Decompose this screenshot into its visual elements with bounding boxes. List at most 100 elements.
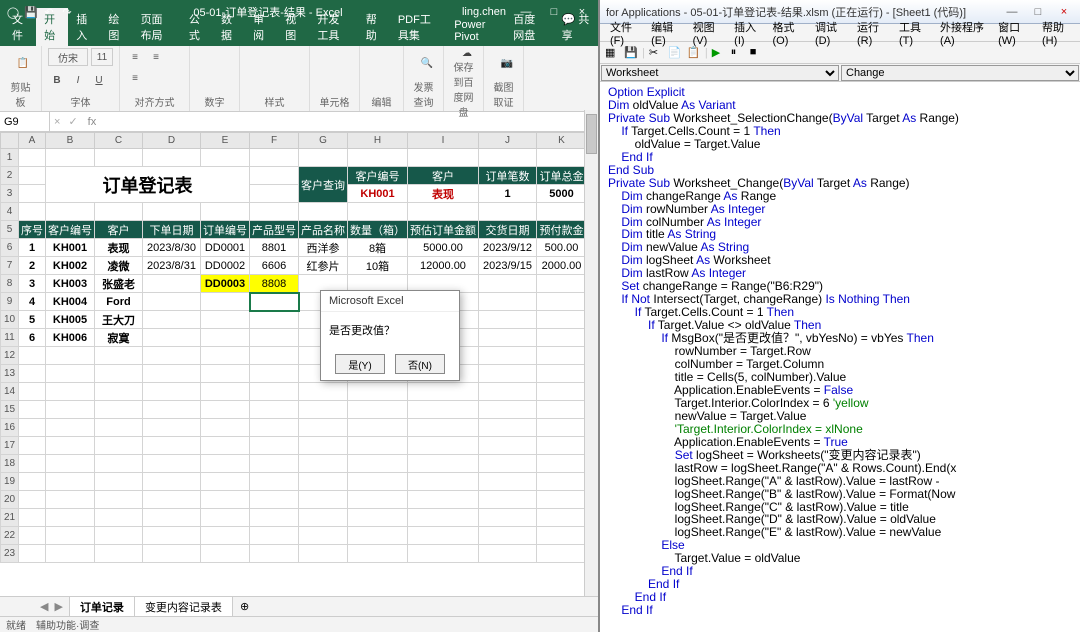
table-cell[interactable]: KH005 xyxy=(46,311,95,329)
cell[interactable] xyxy=(348,419,408,437)
cell[interactable] xyxy=(95,401,143,419)
cell[interactable] xyxy=(408,149,479,167)
vba-menu-5[interactable]: 调试(D) xyxy=(809,19,849,47)
worksheet-grid[interactable]: ABCDEFGHIJKL12订单登记表客户查询客户编号客户订单笔数订单总金3KH… xyxy=(0,132,598,602)
cell[interactable] xyxy=(348,455,408,473)
col-header[interactable]: D xyxy=(143,133,201,149)
cell[interactable] xyxy=(201,437,250,455)
cell[interactable] xyxy=(143,365,201,383)
table-cell[interactable]: 寂寞 xyxy=(95,329,143,347)
vba-close-button[interactable]: × xyxy=(1054,6,1074,18)
ribbon-tab-11[interactable]: PDF工具集 xyxy=(390,8,446,46)
vba-reset-icon[interactable]: ■ xyxy=(749,45,765,61)
cell[interactable] xyxy=(143,203,201,221)
cell[interactable] xyxy=(46,383,95,401)
cell[interactable] xyxy=(537,491,587,509)
row-header[interactable]: 16 xyxy=(1,419,19,437)
cell[interactable] xyxy=(537,545,587,563)
row-header[interactable]: 17 xyxy=(1,437,19,455)
cell[interactable] xyxy=(143,401,201,419)
cell[interactable] xyxy=(250,203,299,221)
cell[interactable] xyxy=(537,383,587,401)
vba-menu-7[interactable]: 工具(T) xyxy=(893,19,932,47)
cell[interactable] xyxy=(250,527,299,545)
cell[interactable] xyxy=(348,149,408,167)
vba-menu-8[interactable]: 外接程序(A) xyxy=(934,19,990,47)
cell[interactable] xyxy=(201,527,250,545)
table-cell[interactable]: KH002 xyxy=(46,257,95,275)
cell[interactable] xyxy=(46,473,95,491)
row-header[interactable]: 4 xyxy=(1,203,19,221)
dialog-no-button[interactable]: 否(N) xyxy=(395,354,445,374)
row-header[interactable]: 1 xyxy=(1,149,19,167)
table-cell[interactable]: 2023/9/15 xyxy=(479,257,537,275)
sheet-tab-1[interactable]: 订单记录 xyxy=(69,596,135,618)
camera-button[interactable]: 📷 xyxy=(490,48,524,79)
cell[interactable] xyxy=(479,347,537,365)
table-cell[interactable]: 500.00 xyxy=(537,239,587,257)
col-header[interactable]: J xyxy=(479,133,537,149)
cell[interactable] xyxy=(250,455,299,473)
table-cell[interactable] xyxy=(537,329,587,347)
table-cell[interactable]: 凌微 xyxy=(95,257,143,275)
align-left-icon[interactable]: ≡ xyxy=(126,48,144,66)
cell[interactable] xyxy=(479,455,537,473)
vertical-scrollbar[interactable] xyxy=(584,110,598,596)
cell[interactable] xyxy=(19,509,46,527)
cell[interactable] xyxy=(299,509,348,527)
table-cell[interactable] xyxy=(143,311,201,329)
cell[interactable] xyxy=(250,149,299,167)
cell[interactable] xyxy=(46,545,95,563)
addin-button[interactable]: 🔍 xyxy=(410,48,444,79)
ribbon-tab-10[interactable]: 帮助 xyxy=(358,8,390,46)
cell[interactable] xyxy=(537,527,587,545)
cell[interactable] xyxy=(479,527,537,545)
table-cell[interactable]: 2023/9/12 xyxy=(479,239,537,257)
cell[interactable] xyxy=(537,473,587,491)
query-value[interactable]: 表现 xyxy=(408,185,479,203)
cell[interactable] xyxy=(299,401,348,419)
row-header[interactable]: 23 xyxy=(1,545,19,563)
table-cell[interactable] xyxy=(479,329,537,347)
table-cell[interactable] xyxy=(143,275,201,293)
fx-icon[interactable]: fx xyxy=(82,116,103,128)
table-cell[interactable] xyxy=(479,311,537,329)
table-cell[interactable]: 8808 xyxy=(250,275,299,293)
name-box[interactable]: G9 xyxy=(0,112,50,131)
cell[interactable] xyxy=(537,365,587,383)
cell[interactable] xyxy=(250,437,299,455)
cell[interactable] xyxy=(408,401,479,419)
cell[interactable] xyxy=(19,527,46,545)
ribbon-tab-5[interactable]: 公式 xyxy=(181,8,213,46)
cell[interactable] xyxy=(201,383,250,401)
italic-button[interactable]: I xyxy=(69,71,87,89)
table-cell[interactable]: DD0001 xyxy=(201,239,250,257)
col-header[interactable]: A xyxy=(19,133,46,149)
cell[interactable] xyxy=(46,365,95,383)
cell[interactable] xyxy=(408,203,479,221)
cell[interactable] xyxy=(348,203,408,221)
cell[interactable] xyxy=(19,473,46,491)
cell[interactable] xyxy=(299,203,348,221)
tab-nav-prev[interactable]: ◀ xyxy=(40,600,48,613)
cell[interactable] xyxy=(299,527,348,545)
code-line[interactable]: Private Sub Worksheet_Change(ByVal Targe… xyxy=(608,177,1072,190)
table-cell[interactable]: 8箱 xyxy=(348,239,408,257)
code-line[interactable]: End Sub xyxy=(608,164,1072,177)
cell[interactable] xyxy=(250,347,299,365)
code-line[interactable]: Option Explicit xyxy=(608,86,1072,99)
col-header[interactable]: I xyxy=(408,133,479,149)
ribbon-tab-8[interactable]: 视图 xyxy=(277,8,309,46)
row-header[interactable]: 21 xyxy=(1,509,19,527)
cell[interactable] xyxy=(95,365,143,383)
table-cell[interactable]: 5000.00 xyxy=(408,239,479,257)
cell[interactable] xyxy=(479,419,537,437)
vba-copy-icon[interactable]: 📄 xyxy=(667,45,683,61)
code-line[interactable]: End If xyxy=(608,591,1072,604)
query-value[interactable]: 5000 xyxy=(537,185,587,203)
baidu-save-button[interactable]: ☁ xyxy=(450,48,484,59)
cell[interactable] xyxy=(19,491,46,509)
table-cell[interactable] xyxy=(537,293,587,311)
cell[interactable] xyxy=(201,365,250,383)
cell[interactable] xyxy=(537,149,587,167)
